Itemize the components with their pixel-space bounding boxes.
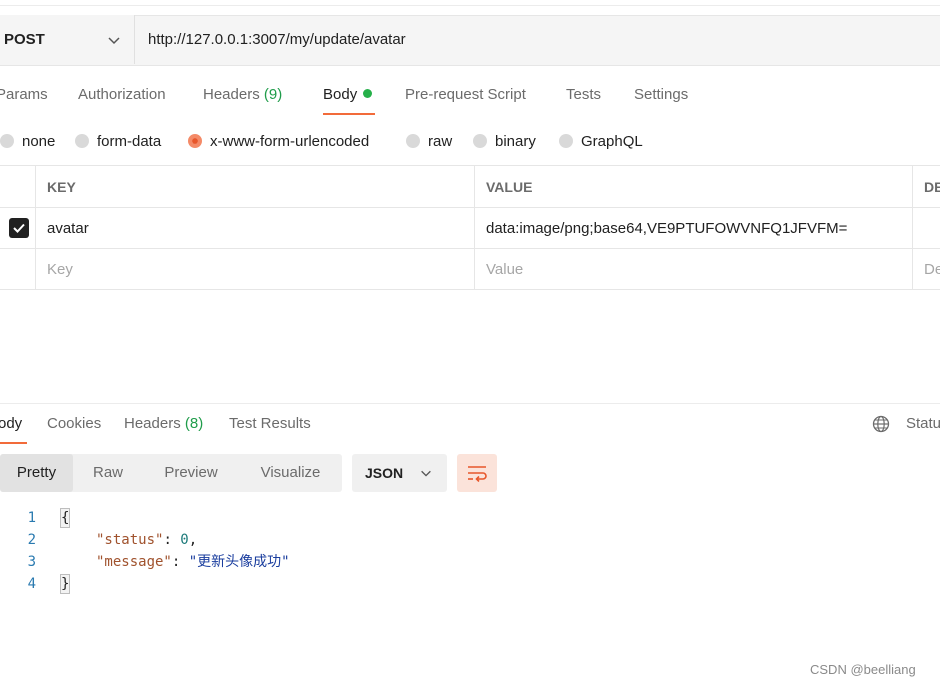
tab-params[interactable]: Params (0, 80, 48, 110)
json-brace-open: { (60, 508, 71, 528)
value-placeholder[interactable]: Value (486, 249, 523, 289)
active-tab-underline (323, 113, 375, 115)
code-line: { (60, 507, 71, 529)
view-mode-raw[interactable]: Raw (73, 454, 143, 492)
tab-pre-request-script[interactable]: Pre-request Script (405, 80, 526, 110)
column-header-key: KEY (47, 178, 76, 195)
tab-tests[interactable]: Tests (566, 80, 601, 110)
wrap-lines-button[interactable] (457, 454, 497, 492)
code-line: "message": "更新头像成功" (96, 554, 290, 570)
line-number: 2 (27, 532, 36, 548)
column-header-value: VALUE (486, 178, 533, 195)
table-row: avatar data:image/png;base64,VE9PTUFOWVN… (0, 208, 940, 249)
key-placeholder[interactable]: Key (47, 249, 73, 289)
tab-settings[interactable]: Settings (634, 80, 688, 110)
watermark: CSDN @beelliang (810, 662, 916, 677)
chevron-down-icon (421, 470, 431, 477)
description-placeholder[interactable]: De (924, 249, 940, 289)
column-header-description: DE (924, 178, 940, 195)
json-value: 0 (180, 532, 189, 548)
radio-x-www-form-urlencoded[interactable]: x-www-form-urlencoded (188, 128, 369, 154)
tab-body[interactable]: Body (323, 80, 373, 110)
view-mode-pretty[interactable]: Pretty (0, 454, 73, 492)
tab-cookies[interactable]: Cookies (47, 409, 101, 439)
row-checkbox[interactable] (9, 208, 29, 248)
code-line: "status": 0, (96, 532, 198, 548)
globe-icon[interactable] (872, 415, 890, 433)
wrap-lines-icon (468, 466, 487, 482)
radio-circle (559, 134, 573, 148)
url-input[interactable]: http://127.0.0.1:3007/my/update/avatar (148, 15, 406, 64)
format-select[interactable]: JSON (352, 454, 447, 492)
json-value: "更新头像成功" (188, 554, 290, 570)
table-header-row: KEY VALUE DE (0, 166, 940, 208)
line-number: 4 (27, 576, 36, 592)
format-label: JSON (365, 465, 404, 481)
line-number: 3 (27, 554, 36, 570)
radio-graphql[interactable]: GraphQL (559, 128, 643, 154)
json-brace-close: } (60, 574, 71, 594)
checkbox-checked-icon (9, 218, 29, 238)
method-select[interactable]: POST (0, 15, 135, 64)
view-mode-selector: Pretty Raw Preview Visualize (0, 454, 342, 492)
body-indicator-dot (363, 89, 373, 98)
radio-circle (406, 134, 420, 148)
headers-count: (9) (263, 86, 283, 103)
row-value[interactable]: data:image/png;base64,VE9PTUFOWVNFQ1JFVF… (486, 208, 906, 248)
tab-authorization[interactable]: Authorization (78, 80, 166, 110)
column-divider (35, 166, 36, 290)
response-headers-count: (8) (184, 415, 204, 432)
params-table: KEY VALUE DE avatar data:image/png;base6… (0, 165, 940, 291)
radio-circle (0, 134, 14, 148)
row-key[interactable]: avatar (47, 208, 467, 248)
column-divider (912, 166, 913, 290)
radio-raw[interactable]: raw (406, 128, 452, 154)
code-line: } (60, 573, 71, 595)
top-divider (0, 5, 940, 6)
radio-none[interactable]: none (0, 128, 55, 154)
response-status-label: Statu (906, 415, 940, 432)
tab-headers[interactable]: Headers (9) (203, 80, 282, 110)
chevron-down-icon (108, 37, 120, 45)
radio-circle (473, 134, 487, 148)
view-mode-visualize[interactable]: Visualize (239, 454, 342, 492)
line-number: 1 (27, 510, 36, 526)
tab-response-body[interactable]: ody (0, 409, 22, 439)
table-row-empty: Key Value De (0, 249, 940, 290)
radio-form-data[interactable]: form-data (75, 128, 161, 154)
response-divider (0, 403, 940, 404)
radio-binary[interactable]: binary (473, 128, 536, 154)
view-mode-preview[interactable]: Preview (143, 454, 239, 492)
radio-circle-selected (188, 134, 202, 148)
json-key: "status" (96, 532, 164, 548)
radio-circle (75, 134, 89, 148)
active-tab-underline (0, 442, 27, 444)
column-divider (474, 166, 475, 290)
json-key: "message" (96, 554, 172, 570)
request-bar (0, 15, 940, 66)
tab-test-results[interactable]: Test Results (229, 409, 311, 439)
tab-response-headers[interactable]: Headers (8) (124, 409, 203, 439)
method-label: POST (4, 31, 45, 48)
